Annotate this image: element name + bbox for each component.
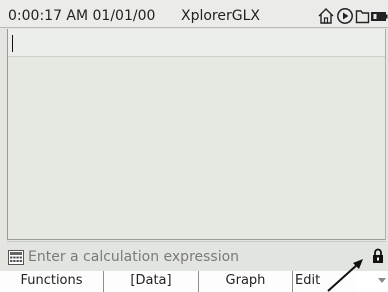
annotation-arrow-icon [327,259,363,292]
lock-icon[interactable] [372,248,384,264]
xplorer-glx-screen: 0:00:17 AM 01/01/00 XplorerGLX Enter a c… [0,0,388,292]
device-name: XplorerGLX [181,8,260,24]
divider [8,239,385,240]
data-softkey[interactable]: [Data] [104,271,199,292]
home-icon[interactable] [317,7,335,25]
battery-icon [371,12,388,21]
play-icon[interactable] [336,7,354,25]
status-bar: 0:00:17 AM 01/01/00 XplorerGLX [0,0,388,28]
chevron-down-icon[interactable] [378,278,386,284]
expression-placeholder[interactable]: Enter a calculation expression [28,249,239,265]
calculator-icon [8,250,24,265]
status-icons [315,7,388,25]
clock-readout: 0:00:17 AM 01/01/00 [8,8,156,24]
calculation-area[interactable] [7,29,386,240]
functions-softkey[interactable]: Functions [0,271,104,292]
text-cursor [12,35,13,52]
folder-icon[interactable] [355,7,370,25]
expression-line[interactable] [8,29,385,57]
graph-softkey[interactable]: Graph [199,271,293,292]
